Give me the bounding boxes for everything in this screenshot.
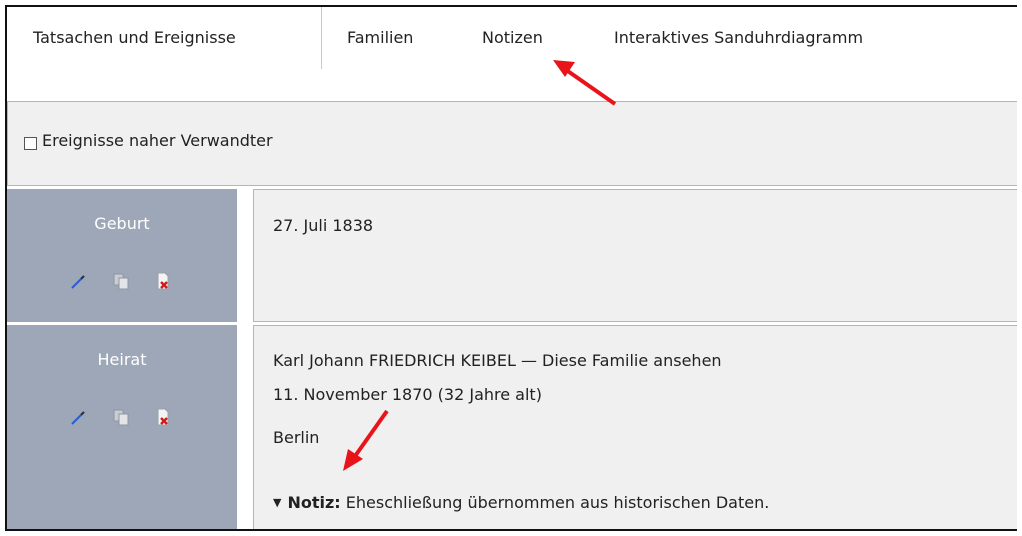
close-relatives-checkbox[interactable] <box>24 137 37 150</box>
event-type-label: Heirat <box>97 350 147 369</box>
event-details-geburt: 27. Juli 1838 <box>253 189 1017 322</box>
annotation-arrow-notiz <box>343 409 389 471</box>
family-link[interactable]: Karl Johann FRIEDRICH KEIBEL — Diese Fam… <box>273 351 722 370</box>
copy-icon[interactable] <box>111 271 131 295</box>
app-frame: Tatsachen und Ereignisse Familien Notize… <box>5 5 1017 531</box>
event-type-label: Geburt <box>94 214 150 233</box>
filter-bar: Ereignisse naher Verwandter <box>7 101 1017 186</box>
event-label-geburt: Geburt <box>7 189 237 322</box>
event-place: Berlin <box>273 428 320 447</box>
tab-familien[interactable]: Familien <box>347 7 413 69</box>
edit-pen-icon[interactable] <box>69 407 89 431</box>
tab-bar: Tatsachen und Ereignisse Familien Notize… <box>7 7 1017 70</box>
spacer <box>7 69 1017 101</box>
tab-interaktives-sanduhrdiagramm[interactable]: Interaktives Sanduhrdiagramm <box>614 7 863 69</box>
close-relatives-checkbox-label[interactable]: Ereignisse naher Verwandter <box>42 131 273 150</box>
collapse-triangle-icon[interactable]: ▼ <box>273 496 281 509</box>
delete-icon[interactable] <box>153 271 173 295</box>
event-label-heirat: Heirat <box>7 325 237 529</box>
delete-icon[interactable] <box>153 407 173 431</box>
annotation-arrow-notizen <box>553 60 617 106</box>
note-label: Notiz: <box>287 493 341 512</box>
copy-icon[interactable] <box>111 407 131 431</box>
note-text: Eheschließung übernommen aus historische… <box>340 493 770 512</box>
tab-tatsachen-und-ereignisse[interactable]: Tatsachen und Ereignisse <box>7 7 322 70</box>
event-date: 27. Juli 1838 <box>273 216 374 235</box>
tab-notizen[interactable]: Notizen <box>482 7 543 69</box>
edit-pen-icon[interactable] <box>69 271 89 295</box>
event-note[interactable]: ▼ Notiz: Eheschließung übernommen aus his… <box>273 493 769 512</box>
event-actions <box>69 271 189 291</box>
event-date: 11. November 1870 (32 Jahre alt) <box>273 385 542 404</box>
event-actions <box>69 407 189 427</box>
